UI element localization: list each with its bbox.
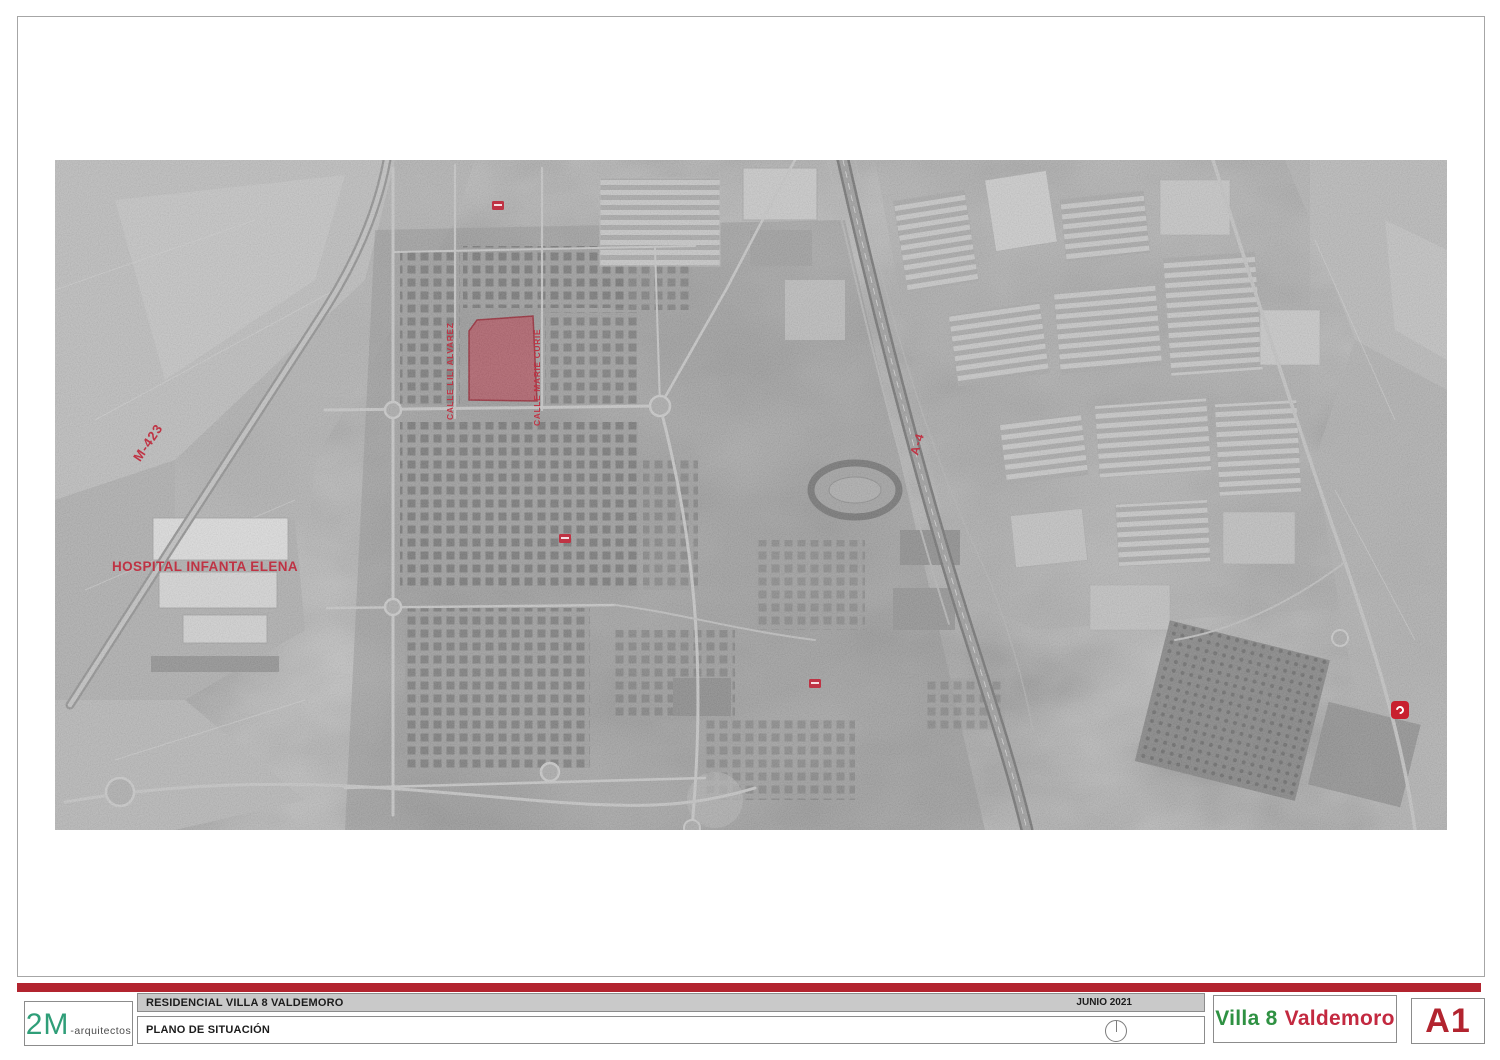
project-title: RESIDENCIAL VILLA 8 VALDEMORO [146, 997, 344, 1009]
project-name-box: Villa 8 Valdemoro [1213, 995, 1397, 1043]
poi-marker-icon [492, 201, 504, 210]
hospital-label: HOSPITAL INFANTA ELENA [112, 560, 298, 574]
satellite-imagery [55, 160, 1447, 830]
swirl-glyph [1394, 704, 1405, 715]
logo-suffix: -arquitectos [70, 1025, 131, 1037]
location-badge-icon [1391, 701, 1409, 719]
logo-brand: 2M [26, 1008, 70, 1042]
architect-logo-box: 2M -arquitectos [24, 1001, 133, 1046]
project-date: JUNIO 2021 [1076, 997, 1132, 1008]
north-indicator-icon [1105, 1020, 1127, 1042]
drawing-title: PLANO DE SITUACIÓN [146, 1024, 270, 1036]
street-label-lili-alvarez: CALLE LILI ALVAREZ [446, 322, 455, 420]
project-title-bar: RESIDENCIAL VILLA 8 VALDEMORO JUNIO 2021 [137, 993, 1205, 1012]
project-name-green: Villa 8 [1215, 1007, 1277, 1031]
poi-marker-icon [809, 679, 821, 688]
street-label-marie-curie: CALLE MARIE CURIE [533, 329, 542, 426]
drawing-title-bar: PLANO DE SITUACIÓN [137, 1016, 1205, 1044]
sheet-format: A1 [1425, 1002, 1470, 1041]
project-name-red: Valdemoro [1285, 1007, 1395, 1031]
poi-marker-icon [559, 534, 571, 543]
situation-map: M-423 A-4 HOSPITAL INFANTA ELENA CALLE L… [55, 160, 1447, 830]
sheet-format-box: A1 [1411, 998, 1485, 1044]
grain-overlay [55, 160, 1447, 830]
north-needle [1116, 1021, 1117, 1032]
titleblock-accent-bar [17, 983, 1481, 992]
drawing-sheet: M-423 A-4 HOSPITAL INFANTA ELENA CALLE L… [0, 0, 1500, 1060]
